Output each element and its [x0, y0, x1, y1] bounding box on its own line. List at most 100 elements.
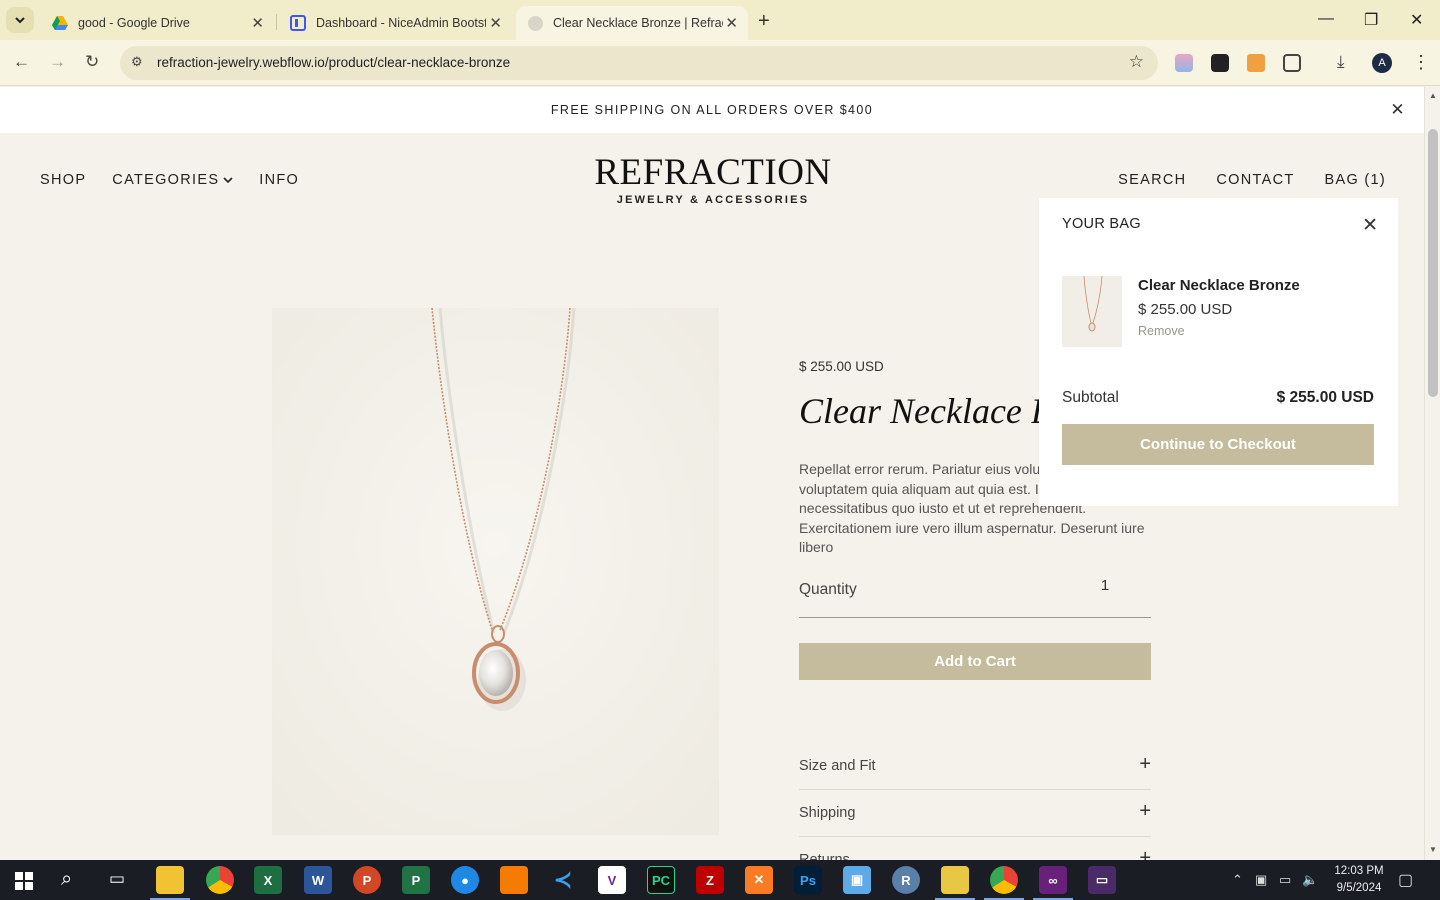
google-drive-icon	[52, 16, 68, 30]
bookmark-star-icon[interactable]: ☆	[1129, 52, 1144, 72]
url-text[interactable]: refraction-jewelry.webflow.io/product/cl…	[157, 55, 510, 70]
tray-app-icon[interactable]: ▣	[1255, 872, 1267, 888]
word-icon[interactable]: W	[304, 866, 332, 894]
scroll-up-icon[interactable]: ▲	[1429, 91, 1437, 100]
announcement-bar: FREE SHIPPING ON ALL ORDERS OVER $400 ✕	[0, 87, 1424, 133]
logo-wordmark: REFRACTION	[594, 152, 832, 193]
system-clock[interactable]: 12:03 PM 9/5/2024	[1330, 863, 1388, 897]
visual-code-icon[interactable]: V	[598, 866, 626, 894]
project-icon[interactable]: P	[402, 866, 430, 894]
virtualbox-icon[interactable]: ▣	[843, 866, 871, 894]
close-icon[interactable]: ✕	[1362, 214, 1378, 237]
task-view-icon[interactable]: ▭	[109, 869, 125, 889]
site-info-icon[interactable]: ⚙	[131, 54, 143, 70]
cart-panel: YOUR BAG ✕ Clear Necklace Bronze $ 255.0…	[1039, 198, 1398, 506]
back-arrow-icon[interactable]: ←	[13, 52, 30, 72]
webflow-icon	[528, 15, 543, 31]
extension-icon[interactable]	[1247, 54, 1265, 72]
accordion-shipping[interactable]: Shipping +	[799, 791, 1151, 837]
file-explorer-icon[interactable]	[156, 866, 184, 894]
app-icon[interactable]	[941, 866, 969, 894]
nav-bag-link[interactable]: BAG (1)	[1325, 172, 1386, 188]
reload-icon[interactable]: ↻	[85, 52, 99, 72]
filezilla-icon[interactable]: Z	[696, 866, 724, 894]
windows-start-icon[interactable]	[15, 872, 33, 890]
product-image	[272, 308, 719, 835]
tab-refraction-active[interactable]: Clear Necklace Bronze | Refraction ✕	[516, 6, 748, 40]
nav-shop-link[interactable]: SHOP	[40, 172, 86, 188]
nav-contact-link[interactable]: CONTACT	[1216, 172, 1294, 188]
checkout-label: Continue to Checkout	[1140, 436, 1296, 453]
add-to-cart-button[interactable]: Add to Cart	[799, 643, 1151, 680]
minimize-icon[interactable]: —	[1318, 10, 1334, 28]
chrome-icon[interactable]	[206, 866, 234, 894]
tab-search-button[interactable]	[6, 7, 34, 33]
address-bar[interactable]: ⚙ refraction-jewelry.webflow.io/product/…	[120, 46, 1158, 80]
site-logo[interactable]: REFRACTION JEWELRY & ACCESSORIES	[593, 152, 833, 207]
cart-remove-link[interactable]: Remove	[1138, 324, 1185, 338]
extension-icon[interactable]	[1175, 54, 1193, 72]
cart-item-name: Clear Necklace Bronze	[1138, 277, 1300, 294]
close-icon[interactable]: ✕	[251, 14, 264, 32]
quantity-underline	[799, 617, 1151, 618]
browser-toolbar: ← → ↻ ⚙ refraction-jewelry.webflow.io/pr…	[0, 40, 1440, 86]
accordion-returns[interactable]: Returns +	[799, 838, 1151, 860]
extension-icon[interactable]	[1211, 54, 1229, 72]
profile-avatar[interactable]: A	[1372, 53, 1392, 73]
forward-arrow-icon[interactable]: →	[49, 52, 66, 72]
cart-item-price: $ 255.00 USD	[1138, 301, 1233, 318]
continue-to-checkout-button[interactable]: Continue to Checkout	[1062, 424, 1374, 465]
close-icon[interactable]: ✕	[489, 14, 502, 32]
scroll-down-icon[interactable]: ▼	[1429, 845, 1437, 854]
nav-categories-dropdown[interactable]: CATEGORIES	[112, 172, 233, 188]
tab-google-drive[interactable]: good - Google Drive ✕	[40, 6, 274, 40]
volume-icon[interactable]: 🔈	[1302, 872, 1318, 888]
cart-heading: YOUR BAG	[1062, 216, 1141, 232]
restore-icon[interactable]: ❐	[1364, 10, 1378, 30]
clock-date: 9/5/2024	[1336, 882, 1382, 894]
niceadmin-icon	[290, 15, 306, 31]
photoshop-icon[interactable]: Ps	[794, 866, 822, 894]
powerpoint-icon[interactable]: P	[353, 866, 381, 894]
quantity-label: Quantity	[799, 581, 857, 598]
network-icon[interactable]: ▭	[1279, 872, 1291, 888]
close-icon[interactable]: ✕	[1390, 100, 1406, 120]
vscode-icon[interactable]: ≺	[549, 866, 577, 894]
terminal-icon[interactable]: ▭	[1088, 866, 1116, 894]
accordion-size-and-fit[interactable]: Size and Fit +	[799, 744, 1151, 790]
quantity-input[interactable]: 1	[1060, 577, 1150, 601]
close-icon[interactable]: ✕	[725, 14, 738, 32]
new-tab-plus-icon[interactable]: +	[758, 10, 770, 33]
download-icon[interactable]: ⤓	[1337, 52, 1345, 72]
secondary-nav: SEARCH CONTACT BAG (1)	[1118, 172, 1386, 188]
search-icon[interactable]: ⌕	[61, 868, 72, 891]
excel-icon[interactable]: X	[254, 866, 282, 894]
browser-menu-icon[interactable]: ⋮	[1412, 52, 1430, 73]
plus-icon: +	[1139, 847, 1151, 860]
nav-search-link[interactable]: SEARCH	[1118, 172, 1186, 188]
puzzle-extensions-icon[interactable]	[1283, 54, 1301, 72]
app-icon[interactable]	[500, 866, 528, 894]
plus-icon: +	[1139, 800, 1151, 822]
nav-info-link[interactable]: INFO	[259, 172, 299, 188]
visual-studio-icon[interactable]: ∞	[1039, 866, 1067, 894]
page-scrollbar[interactable]: ▲ ▼	[1424, 87, 1440, 860]
announcement-text: FREE SHIPPING ON ALL ORDERS OVER $400	[550, 103, 874, 117]
chevron-down-icon	[223, 177, 233, 184]
show-hidden-icons-icon[interactable]: ⌃	[1232, 872, 1243, 888]
pycharm-icon[interactable]: PC	[647, 866, 675, 894]
tab-divider	[276, 14, 277, 30]
r-icon[interactable]: R	[892, 866, 920, 894]
window-close-icon[interactable]: ✕	[1410, 10, 1423, 30]
primary-nav: SHOP CATEGORIES INFO	[40, 172, 299, 188]
product-price: $ 255.00 USD	[799, 359, 884, 374]
chrome-icon[interactable]	[990, 866, 1018, 894]
necklace-illustration	[272, 308, 719, 835]
xampp-icon[interactable]: ✕	[745, 866, 773, 894]
scroll-thumb[interactable]	[1428, 129, 1438, 397]
notification-icon[interactable]: ▢	[1398, 870, 1413, 890]
accordion-label: Returns	[799, 852, 850, 860]
necklace-thumbnail-illustration	[1062, 276, 1122, 347]
tab-niceadmin[interactable]: Dashboard - NiceAdmin Bootstrap ✕	[278, 6, 512, 40]
app-icon[interactable]: ●	[451, 866, 479, 894]
